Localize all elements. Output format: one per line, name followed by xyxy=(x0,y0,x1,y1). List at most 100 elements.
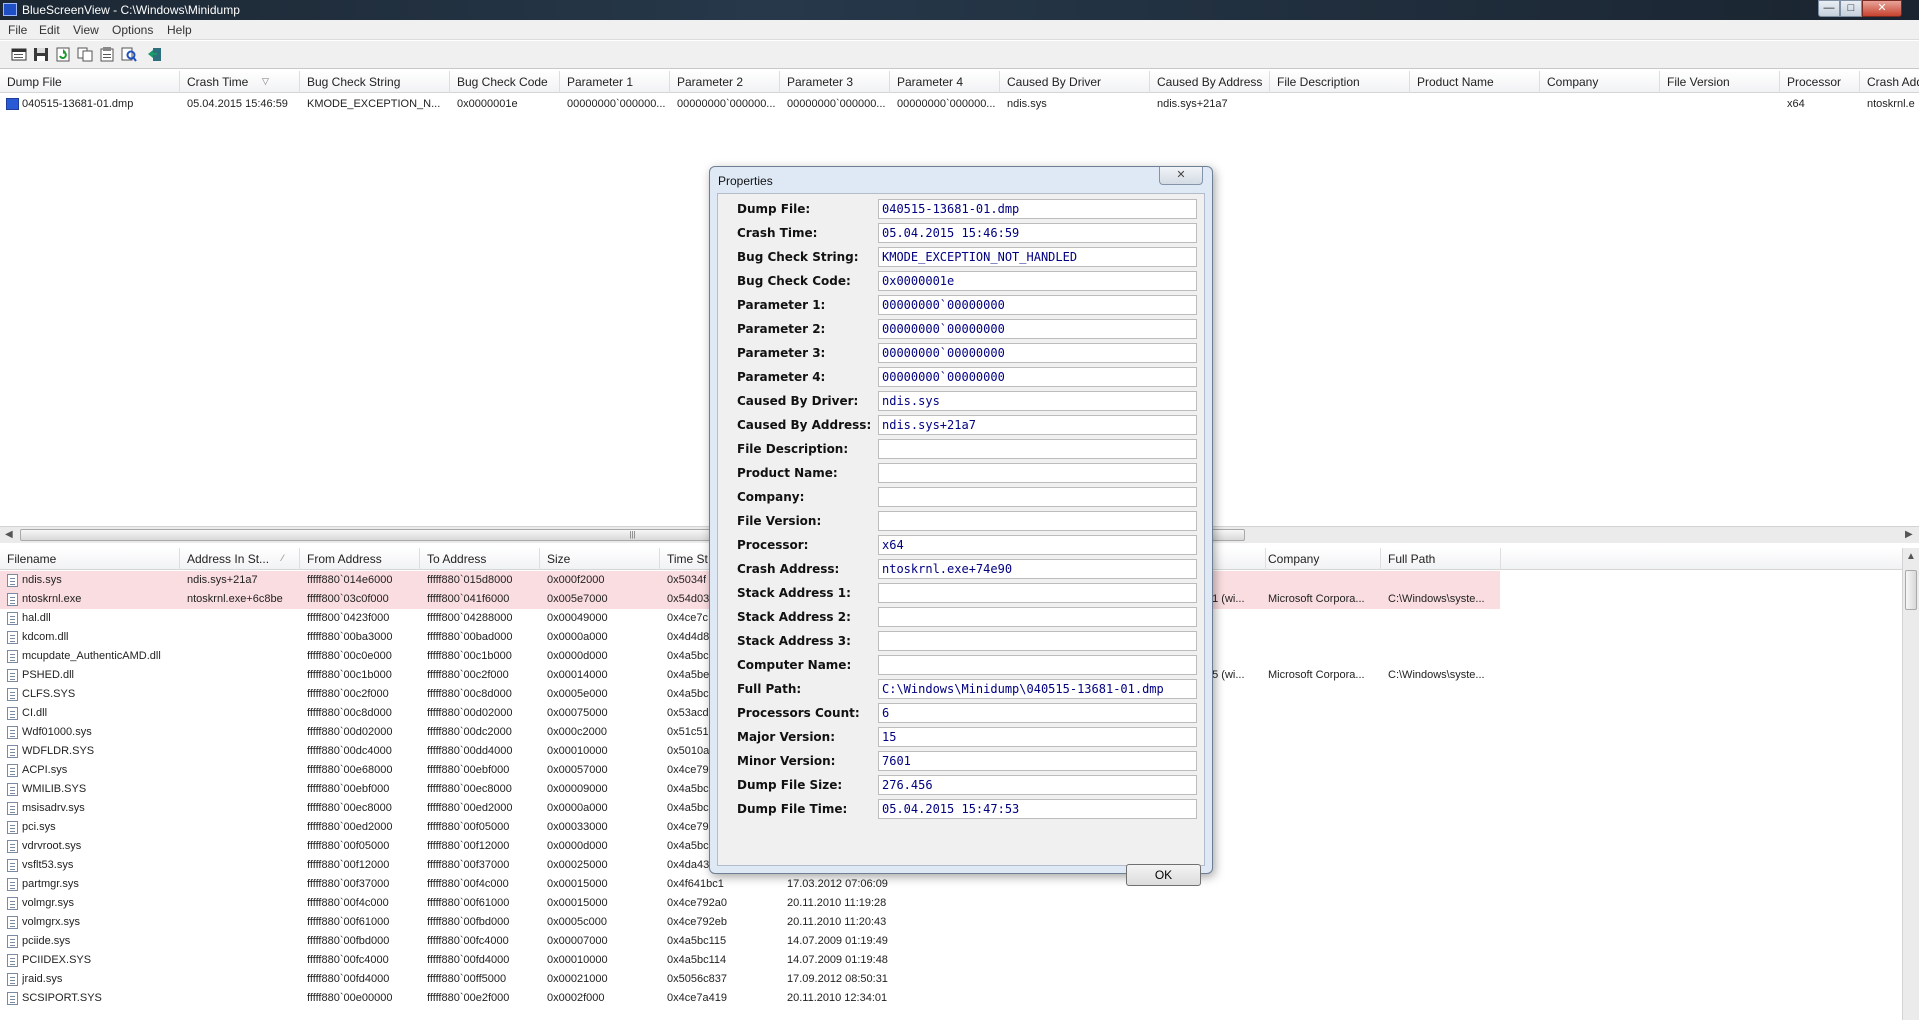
menu-options[interactable]: Options xyxy=(112,23,153,37)
property-value-field[interactable]: x64 xyxy=(878,535,1197,555)
col-crash-time[interactable]: Crash Time xyxy=(180,71,300,93)
close-button[interactable]: ✕ xyxy=(1862,0,1902,17)
vertical-scrollbar[interactable]: ▲ xyxy=(1902,548,1919,1020)
property-value-field[interactable]: 7601 xyxy=(878,751,1197,771)
ok-button[interactable]: OK xyxy=(1126,864,1201,886)
property-value-field[interactable]: 0x0000001e xyxy=(878,271,1197,291)
cell-ts: 0x5010a xyxy=(667,745,710,757)
col-size[interactable]: Size xyxy=(540,548,660,570)
minimize-button[interactable]: — xyxy=(1818,0,1840,17)
col-parameter-3[interactable]: Parameter 3 xyxy=(780,71,890,93)
col-crash-address[interactable]: Crash Address xyxy=(1860,71,1919,93)
file-icon xyxy=(7,821,18,834)
file-icon xyxy=(7,688,18,701)
vertical-scroll-thumb[interactable] xyxy=(1905,570,1917,610)
property-value-field[interactable]: 00000000`00000000 xyxy=(878,343,1197,363)
property-value-field[interactable] xyxy=(878,487,1197,507)
col-parameter-4[interactable]: Parameter 4 xyxy=(890,71,1000,93)
driver-row[interactable]: PCIIDEX.SYS fffff880`00fc4000 fffff880`00f… xyxy=(0,951,1500,970)
col-caused-by-driver[interactable]: Caused By Driver xyxy=(1000,71,1150,93)
scroll-up-icon[interactable]: ▲ xyxy=(1906,551,1916,562)
refresh-icon[interactable] xyxy=(55,47,71,62)
driver-row[interactable]: volmgr.sys fffff880`00f4c000 fffff880`00f6… xyxy=(0,894,1500,913)
col-to-address[interactable]: To Address xyxy=(420,548,540,570)
property-value-field[interactable] xyxy=(878,439,1197,459)
col-file-version[interactable]: File Version xyxy=(1660,71,1780,93)
property-value-field[interactable] xyxy=(878,463,1197,483)
menu-bar: File Edit View Options Help xyxy=(0,20,1919,40)
property-value-field[interactable]: 00000000`00000000 xyxy=(878,367,1197,387)
col-caused-by-address[interactable]: Caused By Address xyxy=(1150,71,1270,93)
properties-panel: OK Dump File: 040515-13681-01.dmp Crash Ti… xyxy=(717,193,1205,886)
cell-ts: 0x4ce792a0 xyxy=(667,897,727,909)
property-value-field[interactable]: KMODE_EXCEPTION_NOT_HANDLED xyxy=(878,247,1197,267)
menu-edit[interactable]: Edit xyxy=(39,23,60,37)
cell-file: CLFS.SYS xyxy=(22,688,76,700)
cell-from: fffff880`014e6000 xyxy=(307,574,393,586)
cell-bug-check-code: 0x0000001e xyxy=(457,98,518,110)
cell-date: 20.11.2010 12:34:01 xyxy=(787,992,888,1004)
cell-file: SCSIPORT.SYS xyxy=(22,992,102,1004)
crash-row[interactable]: 040515-13681-01.dmp 05.04.2015 15:46:59 … xyxy=(0,95,1919,114)
col-file-description[interactable]: File Description xyxy=(1270,71,1410,93)
exit-icon[interactable] xyxy=(147,47,163,62)
driver-row[interactable]: jraid.sys fffff880`00fd4000 fffff880`00ff5… xyxy=(0,970,1500,989)
driver-row[interactable]: pciide.sys fffff880`00fbd000 fffff880`00fc… xyxy=(0,932,1500,951)
menu-help[interactable]: Help xyxy=(167,23,192,37)
driver-row[interactable]: SCSIPORT.SYS fffff880`00e00000 fffff880`00… xyxy=(0,989,1500,1008)
property-value-field[interactable] xyxy=(878,607,1197,627)
copy-icon[interactable] xyxy=(77,47,93,62)
property-value-field[interactable]: ntoskrnl.exe+74e90 xyxy=(878,559,1197,579)
col-filename[interactable]: Filename xyxy=(0,548,180,570)
col-hidden[interactable] xyxy=(1206,548,1266,570)
property-value-field[interactable]: 15 xyxy=(878,727,1197,747)
dialog-close-button[interactable]: ✕ xyxy=(1159,167,1203,185)
find-icon[interactable] xyxy=(121,47,137,62)
html-report-icon[interactable] xyxy=(99,47,115,62)
property-value-field[interactable]: C:\Windows\Minidump\040515-13681-01.dmp xyxy=(878,679,1197,699)
driver-row[interactable]: volmgrx.sys fffff880`00f61000 fffff880`00f… xyxy=(0,913,1500,932)
property-value-field[interactable]: 05.04.2015 15:47:53 xyxy=(878,799,1197,819)
scroll-right-icon[interactable]: ▶ xyxy=(1905,529,1913,540)
menu-view[interactable]: View xyxy=(73,23,99,37)
col-parameter-1[interactable]: Parameter 1 xyxy=(560,71,670,93)
property-value-field[interactable]: 6 xyxy=(878,703,1197,723)
cell-ts: 0x4a5bc xyxy=(667,688,709,700)
col-company[interactable]: Company xyxy=(1540,71,1660,93)
property-value-field[interactable]: 040515-13681-01.dmp xyxy=(878,199,1197,219)
property-label: Product Name: xyxy=(737,466,838,480)
property-value-field[interactable] xyxy=(878,511,1197,531)
cell-ts: 0x4ce7a419 xyxy=(667,992,727,1004)
col-full-path[interactable]: Full Path xyxy=(1381,548,1501,570)
cell-ts: 0x4ce792eb xyxy=(667,916,727,928)
cell-crash-address: ntoskrnl.e xyxy=(1867,98,1915,110)
maximize-button[interactable]: □ xyxy=(1840,0,1862,17)
property-value-field[interactable]: 00000000`00000000 xyxy=(878,295,1197,315)
cell-size: 0x000f2000 xyxy=(547,574,605,586)
property-value-field[interactable] xyxy=(878,631,1197,651)
property-value-field[interactable] xyxy=(878,655,1197,675)
property-value-field[interactable]: ndis.sys xyxy=(878,391,1197,411)
property-value-field[interactable]: 00000000`00000000 xyxy=(878,319,1197,339)
col-parameter-2[interactable]: Parameter 2 xyxy=(670,71,780,93)
col-product-name[interactable]: Product Name xyxy=(1410,71,1540,93)
scroll-left-icon[interactable]: ◀ xyxy=(5,529,13,540)
save-icon[interactable] xyxy=(33,47,49,62)
cell-ts: 0x5034f xyxy=(667,574,707,586)
properties-icon[interactable] xyxy=(11,47,27,62)
cell-size: 0x00010000 xyxy=(547,954,608,966)
property-value-field[interactable]: 05.04.2015 15:46:59 xyxy=(878,223,1197,243)
driver-row[interactable]: partmgr.sys fffff880`00f37000 fffff880`00f… xyxy=(0,875,1500,894)
col-processor[interactable]: Processor xyxy=(1780,71,1860,93)
cell-file: WDFLDR.SYS xyxy=(22,745,95,757)
property-value-field[interactable]: 276.456 xyxy=(878,775,1197,795)
menu-file[interactable]: File xyxy=(8,23,27,37)
cell-company: Microsoft Corpora... xyxy=(1268,669,1365,681)
property-value-field[interactable]: ndis.sys+21a7 xyxy=(878,415,1197,435)
col-from-address[interactable]: From Address xyxy=(300,548,420,570)
col-dump-file[interactable]: Dump File xyxy=(0,71,180,93)
property-value-field[interactable] xyxy=(878,583,1197,603)
col-company-lower[interactable]: Company xyxy=(1261,548,1381,570)
col-bug-check-string[interactable]: Bug Check String xyxy=(300,71,450,93)
col-bug-check-code[interactable]: Bug Check Code xyxy=(450,71,560,93)
